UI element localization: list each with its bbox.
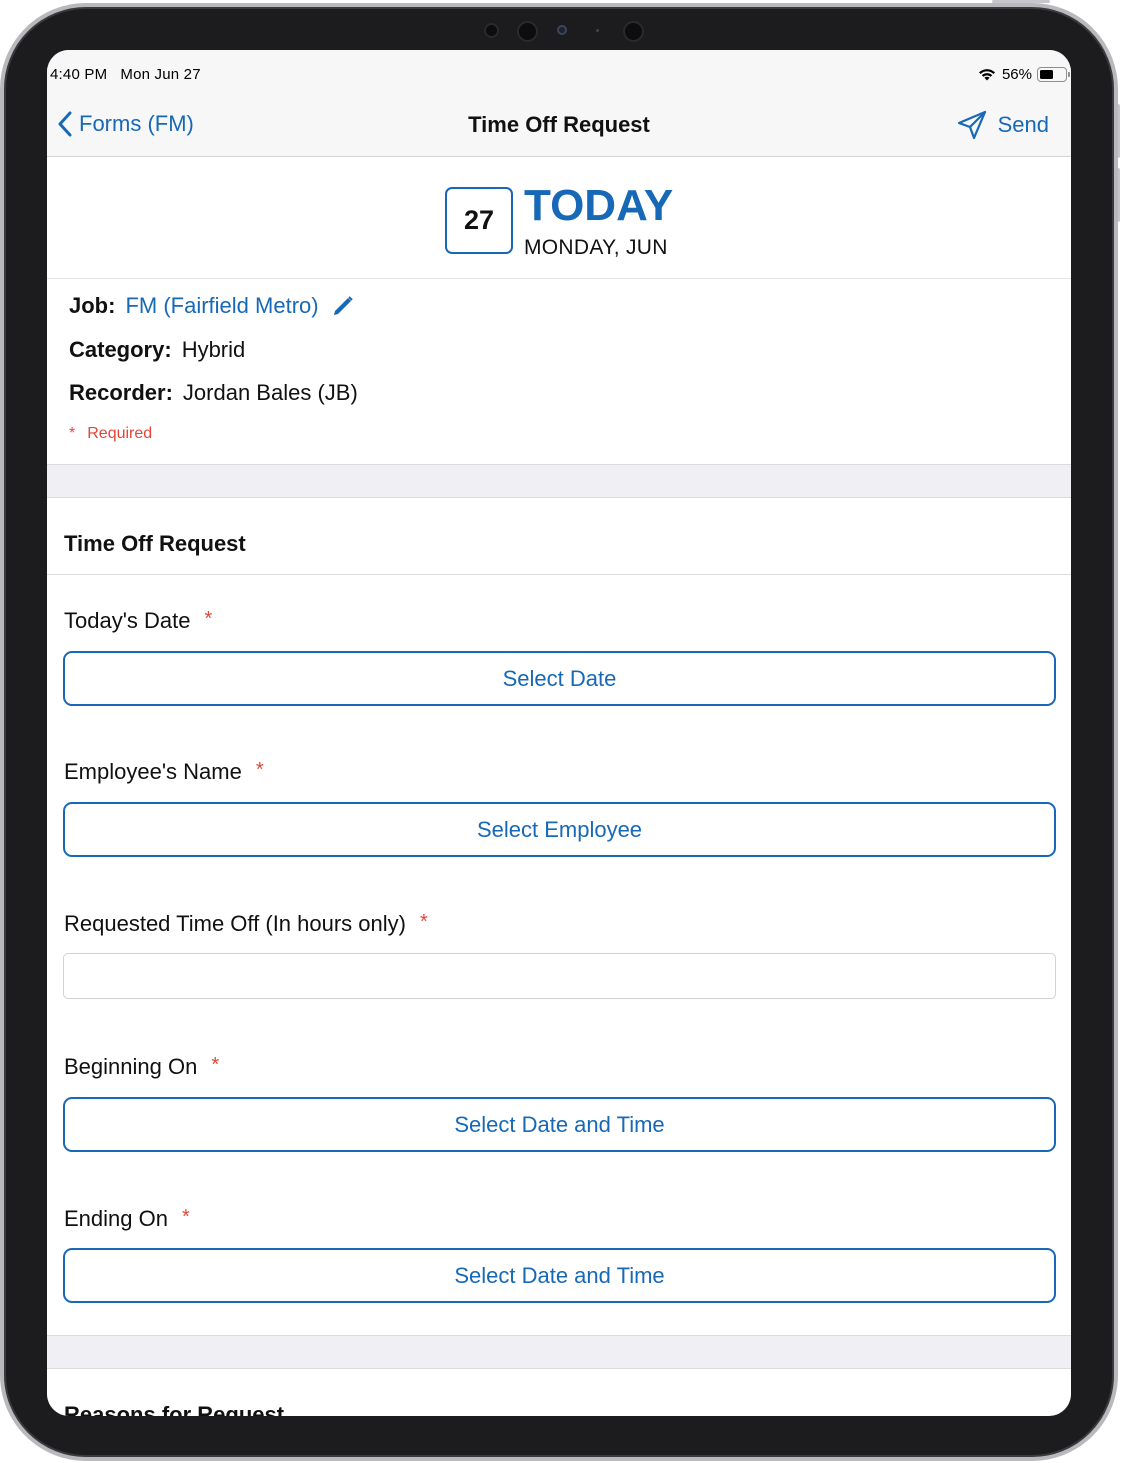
select-ending-datetime-button[interactable]: Select Date and Time bbox=[63, 1248, 1056, 1303]
edit-pencil-icon[interactable] bbox=[331, 294, 355, 318]
calendar-icon: 27 bbox=[445, 187, 513, 254]
page-title: Time Off Request bbox=[468, 112, 650, 137]
section-separator bbox=[47, 1335, 1071, 1369]
required-star-icon: * bbox=[181, 1206, 190, 1228]
employee-name-label-text: Employee's Name bbox=[64, 759, 242, 784]
job-label: Job: bbox=[69, 293, 116, 318]
requested-time-label: Requested Time Off (In hours only) * bbox=[64, 911, 428, 937]
send-button[interactable]: Send bbox=[956, 107, 1049, 143]
requested-time-label-text: Requested Time Off (In hours only) bbox=[64, 911, 406, 936]
category-label: Category: bbox=[69, 337, 172, 362]
date-header[interactable]: 27 TODAY MONDAY, JUN bbox=[47, 158, 1071, 279]
section-title-time-off: Time Off Request bbox=[64, 531, 246, 556]
job-value[interactable]: FM (Fairfield Metro) bbox=[125, 293, 318, 319]
employee-name-label: Employee's Name * bbox=[64, 759, 264, 785]
beginning-on-label: Beginning On * bbox=[64, 1054, 219, 1080]
select-ending-label: Select Date and Time bbox=[454, 1262, 665, 1288]
today-label: TODAY bbox=[524, 181, 674, 230]
select-date-button[interactable]: Select Date bbox=[63, 651, 1056, 706]
todays-date-label: Today's Date * bbox=[64, 608, 212, 634]
required-star-icon: * bbox=[255, 759, 264, 781]
recorder-label: Recorder: bbox=[69, 380, 173, 405]
section-divider bbox=[47, 574, 1071, 575]
required-star-icon: * bbox=[419, 911, 428, 933]
select-date-label: Select Date bbox=[502, 665, 617, 691]
send-icon bbox=[957, 110, 986, 140]
required-text: Required bbox=[87, 425, 153, 442]
recorder-value: Jordan Bales (JB) bbox=[182, 380, 358, 405]
required-note: * Required bbox=[69, 425, 152, 443]
battery-icon bbox=[1037, 67, 1070, 82]
select-employee-label: Select Employee bbox=[476, 816, 643, 842]
requested-hours-input[interactable] bbox=[63, 953, 1056, 999]
ending-on-label-text: Ending On bbox=[64, 1206, 168, 1231]
required-star-icon: * bbox=[204, 608, 213, 630]
app-screen: 4:40 PM Mon Jun 27 56% Forms (FM) Time O… bbox=[47, 50, 1071, 1416]
weekday-label: MONDAY, JUN bbox=[524, 236, 668, 259]
status-date: Mon Jun 27 bbox=[120, 66, 201, 83]
section-title-reasons: Reasons for Request bbox=[64, 1402, 285, 1416]
status-clock: 4:40 PM bbox=[50, 66, 108, 83]
category-row: Category: Hybrid bbox=[69, 337, 245, 363]
status-bar: 4:40 PM Mon Jun 27 56% bbox=[47, 50, 1071, 102]
status-right: 56% bbox=[977, 66, 1070, 83]
job-row: Job: FM (Fairfield Metro) bbox=[69, 293, 355, 319]
camera-housing bbox=[4, 21, 1122, 44]
section-separator bbox=[47, 464, 1071, 498]
select-employee-button[interactable]: Select Employee bbox=[63, 802, 1056, 857]
required-star-icon: * bbox=[211, 1054, 220, 1076]
navigation-bar: Forms (FM) Time Off Request Send bbox=[47, 102, 1071, 157]
category-value: Hybrid bbox=[181, 337, 246, 362]
calendar-day-number: 27 bbox=[463, 205, 495, 235]
wifi-icon bbox=[978, 69, 995, 81]
battery-percent: 56% bbox=[1001, 66, 1032, 83]
form-info: Job: FM (Fairfield Metro) Category: Hybr… bbox=[47, 280, 1071, 465]
todays-date-label-text: Today's Date bbox=[64, 608, 191, 633]
status-time: 4:40 PM Mon Jun 27 bbox=[50, 66, 201, 83]
beginning-on-label-text: Beginning On bbox=[64, 1054, 198, 1079]
select-beginning-datetime-button[interactable]: Select Date and Time bbox=[63, 1097, 1056, 1152]
ending-on-label: Ending On * bbox=[64, 1206, 190, 1232]
recorder-row: Recorder: Jordan Bales (JB) bbox=[69, 380, 358, 406]
send-label: Send bbox=[997, 112, 1049, 137]
select-beginning-label: Select Date and Time bbox=[454, 1111, 665, 1137]
required-star: * bbox=[69, 425, 76, 442]
